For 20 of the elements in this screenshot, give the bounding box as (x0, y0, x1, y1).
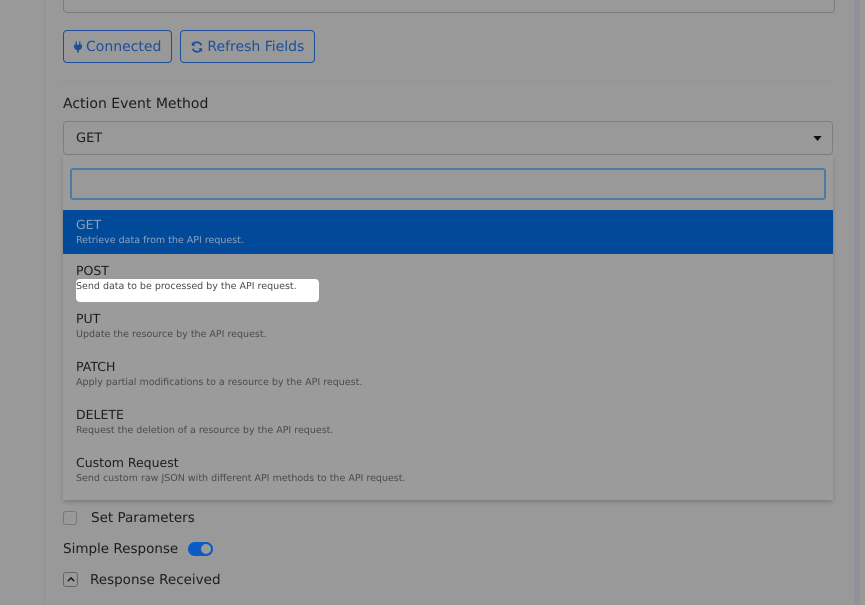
plug-icon (74, 40, 82, 52)
text-field[interactable] (63, 0, 835, 13)
dropdown-option[interactable]: PUT Update the resource by the API request. (63, 302, 833, 350)
dropdown-option[interactable]: DELETE Request the deletion of a resource by the API request. (63, 398, 833, 446)
dropdown-option[interactable]: PATCH Apply partial modifications to a resource by the API request. (63, 350, 833, 398)
method-select[interactable]: GET (63, 121, 833, 155)
dropdown-option[interactable]: POST Send data to be processed by the API request. (63, 254, 833, 302)
collapse-button[interactable] (63, 572, 78, 587)
toggle-label: Simple Response (63, 540, 178, 556)
dropdown-option[interactable]: GET Retrieve data from the API request. (63, 210, 833, 254)
caret-icon (813, 136, 822, 140)
section-title: Response Received (90, 572, 221, 588)
refresh-icon (191, 40, 204, 52)
checkbox[interactable] (63, 510, 77, 524)
chevron-icon (66, 577, 74, 582)
checkbox-label: Set Parameters (91, 510, 195, 526)
dropdown-option[interactable]: Custom Request Send custom raw JSON with different API methods to the API request. (63, 446, 833, 494)
toggle-switch[interactable] (188, 542, 214, 556)
field-label: Action Event Method (63, 96, 210, 112)
search-field[interactable] (70, 168, 826, 200)
